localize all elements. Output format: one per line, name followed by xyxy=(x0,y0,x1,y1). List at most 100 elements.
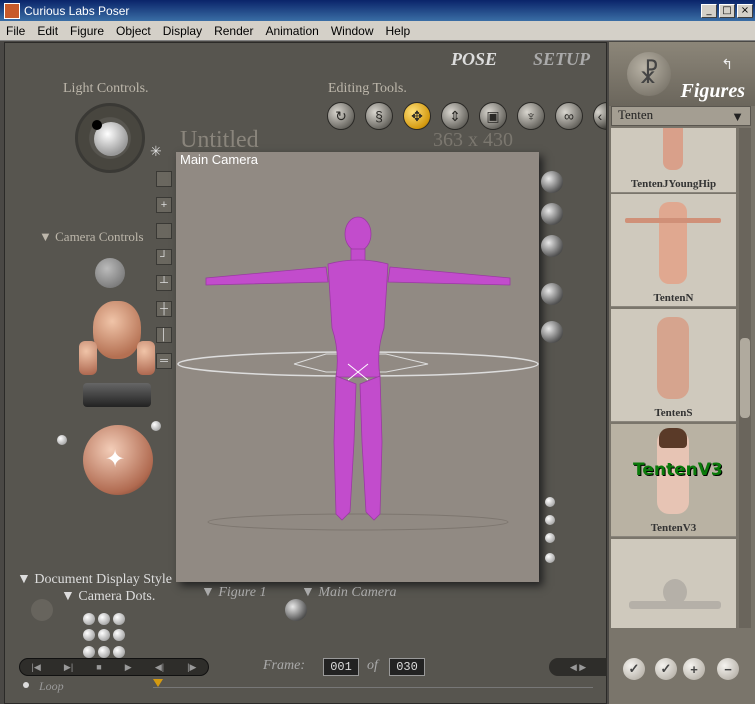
tab-pose[interactable]: POSE xyxy=(443,47,505,72)
menu-window[interactable]: Window xyxy=(325,24,380,38)
viewport-button-3[interactable] xyxy=(156,223,172,239)
next-key-icon[interactable]: |▶ xyxy=(187,662,196,673)
viewport-button-1[interactable] xyxy=(156,171,172,187)
head-camera-icon[interactable] xyxy=(93,301,141,359)
figure-badge: TentenV3 xyxy=(633,460,723,480)
doc-display-style-label[interactable]: ▼ Document Display Style xyxy=(17,572,172,588)
chain-break-icon[interactable]: ∞ xyxy=(555,102,583,130)
loop-toggle[interactable] xyxy=(23,682,29,688)
total-frames-field[interactable]: 030 xyxy=(389,658,425,676)
light-dot-3[interactable] xyxy=(545,533,555,543)
menu-bar: File Edit Figure Object Display Render A… xyxy=(0,21,755,41)
add-to-library-icon[interactable]: + xyxy=(683,658,705,680)
apply-double-icon[interactable]: ✓ xyxy=(655,658,677,680)
timeline-marker-icon[interactable] xyxy=(153,679,163,687)
menu-file[interactable]: File xyxy=(0,24,31,38)
figure-selector[interactable]: ▼ Figure 1 xyxy=(201,585,266,601)
maximize-button[interactable]: □ xyxy=(719,3,735,18)
menu-help[interactable]: Help xyxy=(380,24,417,38)
light-add-icon[interactable]: ✳ xyxy=(150,143,162,160)
style-ball-1[interactable] xyxy=(31,599,53,621)
apply-library-icon[interactable]: ✓ xyxy=(623,658,645,680)
library-item-selected[interactable]: TentenV3 TentenV3 xyxy=(611,424,736,537)
figure-thumbnail xyxy=(663,128,683,170)
move-xz-icon[interactable] xyxy=(83,383,151,407)
rewind-icon[interactable]: |◀ xyxy=(32,662,41,673)
display-style-ball-5[interactable] xyxy=(541,321,563,343)
style-ball-active[interactable] xyxy=(285,599,307,621)
camera-selector[interactable]: ▼ Main Camera xyxy=(301,585,397,601)
window-title: Curious Labs Poser xyxy=(24,3,130,18)
viewport-button-7[interactable]: │ xyxy=(156,327,172,343)
figure-category-icon[interactable]: ☧ xyxy=(627,52,671,96)
right-hand-camera-icon[interactable] xyxy=(137,341,155,375)
camera-controls-label[interactable]: ▼ Camera Controls xyxy=(39,229,144,245)
stop-icon[interactable]: ■ xyxy=(96,662,101,672)
trackball-arrows-icon: ✦ xyxy=(105,446,126,473)
library-scrollbar[interactable] xyxy=(739,128,751,628)
twist-icon[interactable]: § xyxy=(365,102,393,130)
rotate-icon[interactable]: ↻ xyxy=(327,102,355,130)
category-dropdown[interactable]: Tenten ▼ xyxy=(611,106,751,126)
viewport-button-2[interactable]: + xyxy=(156,197,172,213)
camera-dot-left[interactable] xyxy=(57,435,67,445)
library-title: Figures xyxy=(680,80,745,102)
figure-render[interactable] xyxy=(176,152,539,582)
timeline-track[interactable] xyxy=(153,687,593,688)
viewport-button-8[interactable]: ═ xyxy=(156,353,172,369)
library-item[interactable]: TentenJYoungHip xyxy=(611,128,736,193)
taper-icon[interactable]: ♆ xyxy=(517,102,545,130)
scale-icon[interactable]: ▣ xyxy=(479,102,507,130)
menu-render[interactable]: Render xyxy=(208,24,259,38)
library-item[interactable]: TentenN xyxy=(611,194,736,307)
library-item-label: TentenJYoungHip xyxy=(630,178,717,190)
loop-label: Loop xyxy=(39,679,64,693)
display-style-ball-3[interactable] xyxy=(541,235,563,257)
remove-from-library-icon[interactable]: − xyxy=(717,658,739,680)
play-icon[interactable]: ▶ xyxy=(125,662,132,673)
library-palette: ☧ ↰ Figures Tenten ▼ TentenJYoungHip Ten… xyxy=(609,42,755,704)
light-dot-1[interactable] xyxy=(545,497,555,507)
translate-in-out-icon[interactable]: ⇕ xyxy=(441,102,469,130)
step-back-icon[interactable]: ▶| xyxy=(64,662,73,673)
library-item[interactable]: TentenS xyxy=(611,309,736,422)
main-viewport[interactable]: Main Camera xyxy=(176,152,539,582)
menu-edit[interactable]: Edit xyxy=(31,24,64,38)
minimize-button[interactable]: _ xyxy=(701,3,717,18)
more-tools-icon[interactable]: ‹ xyxy=(593,102,607,130)
menu-animation[interactable]: Animation xyxy=(259,24,324,38)
light-dot-4[interactable] xyxy=(545,553,555,563)
menu-figure[interactable]: Figure xyxy=(64,24,110,38)
library-back-icon[interactable]: ↰ xyxy=(721,56,733,73)
display-style-ball-1[interactable] xyxy=(541,171,563,193)
library-item-label: TentenN xyxy=(653,292,694,304)
face-camera-icon[interactable] xyxy=(95,258,125,288)
viewport-button-5[interactable]: ┴ xyxy=(156,275,172,291)
close-button[interactable]: × xyxy=(737,3,753,18)
display-style-ball-4[interactable] xyxy=(541,283,563,305)
library-item[interactable] xyxy=(611,539,736,628)
translate-icon[interactable]: ✥ xyxy=(403,102,431,130)
document-title: Untitled xyxy=(180,127,259,153)
trackball-icon[interactable]: ✦ xyxy=(83,425,153,495)
camera-dots-grid[interactable] xyxy=(83,613,129,659)
display-style-ball-2[interactable] xyxy=(541,203,563,225)
viewport-button-6[interactable]: ┼ xyxy=(156,301,172,317)
viewport-button-4[interactable]: ┘ xyxy=(156,249,172,265)
tab-setup[interactable]: SETUP xyxy=(525,47,598,72)
current-frame-field[interactable]: 001 xyxy=(323,658,359,676)
workspace: POSE SETUP Light Controls. ✳ Editing Too… xyxy=(4,42,607,704)
light-dot-icon[interactable] xyxy=(92,120,102,130)
category-dropdown-value: Tenten xyxy=(618,107,654,122)
scroll-thumb[interactable] xyxy=(740,338,750,418)
camera-dot-right[interactable] xyxy=(151,421,161,431)
editing-tools-label: Editing Tools. xyxy=(328,81,407,96)
menu-display[interactable]: Display xyxy=(157,24,208,38)
prev-key-icon[interactable]: ◀| xyxy=(155,662,164,673)
camera-dots-label[interactable]: ▼ Camera Dots. xyxy=(61,589,155,605)
light-dot-2[interactable] xyxy=(545,515,555,525)
menu-object[interactable]: Object xyxy=(110,24,157,38)
keyframe-nav[interactable]: ◀ ▶ xyxy=(549,658,607,676)
left-hand-camera-icon[interactable] xyxy=(79,341,97,375)
light-controls-sphere[interactable] xyxy=(75,103,145,173)
